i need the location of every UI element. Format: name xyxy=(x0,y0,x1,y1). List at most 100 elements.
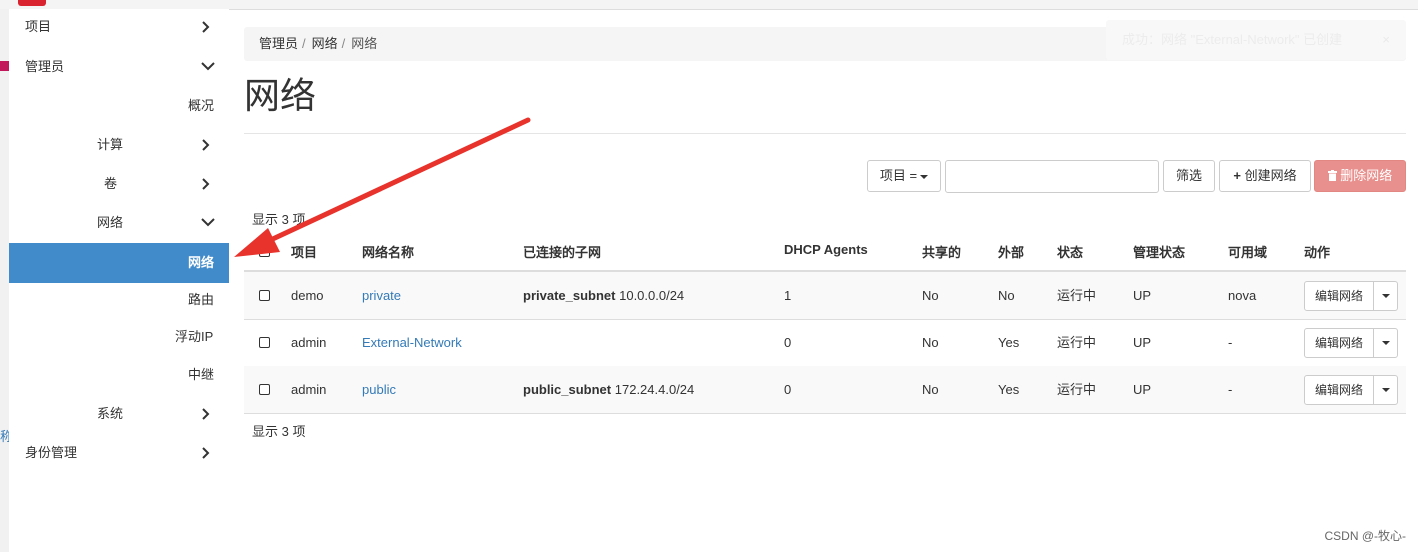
cell-dhcp-agents: 1 xyxy=(784,288,792,303)
table-row: demo private private_subnet 10.0.0.0/24 … xyxy=(244,272,1406,320)
cell-admin-state: UP xyxy=(1133,382,1152,397)
sidebar-item-label: 网络 xyxy=(188,255,215,270)
sidebar-item-label: 卷 xyxy=(104,176,118,191)
filter-button[interactable]: 筛选 xyxy=(1163,160,1215,192)
caret-down-icon xyxy=(920,174,929,179)
cell-admin-state: UP xyxy=(1133,288,1152,303)
caret-down-icon xyxy=(1381,340,1390,345)
cell-external: Yes xyxy=(998,382,1020,397)
row-checkbox[interactable] xyxy=(259,337,270,348)
caret-down-icon xyxy=(1381,387,1390,392)
column-header-availability-zone[interactable]: 可用域 xyxy=(1228,242,1267,261)
filter-input[interactable] xyxy=(945,160,1159,193)
subnet-cidr: 10.0.0.0/24 xyxy=(619,288,685,303)
row-actions: 编辑网络 xyxy=(1304,328,1398,358)
cell-shared: No xyxy=(922,382,939,397)
sidebar-item-network[interactable]: 网络 xyxy=(9,205,229,241)
sidebar-item-volumes[interactable]: 卷 xyxy=(9,166,229,202)
breadcrumb-item-current: 网络 xyxy=(351,36,378,51)
delete-network-label: 删除网络 xyxy=(1340,168,1393,183)
cell-status: 运行中 xyxy=(1057,335,1097,350)
edit-network-button[interactable]: 编辑网络 xyxy=(1304,281,1374,311)
delete-network-button[interactable]: 删除网络 xyxy=(1314,160,1406,192)
actions-dropdown-toggle[interactable] xyxy=(1373,375,1398,405)
sidebar-item-project[interactable]: 项目 xyxy=(9,9,229,45)
close-icon[interactable]: × xyxy=(1382,22,1390,58)
select-all-checkbox[interactable] xyxy=(259,246,270,257)
plus-icon: + xyxy=(1233,168,1241,183)
chevron-right-icon xyxy=(201,435,215,471)
sidebar: 项目 管理员 概况 计算 卷 网络 网络 路由 浮动IP 中继 系统 身份管理 xyxy=(9,9,229,552)
page-title: 网络 xyxy=(244,75,317,116)
column-header-admin-state[interactable]: 管理状态 xyxy=(1133,242,1185,261)
success-toast: 成功：网络 "External-Network" 已创建 × xyxy=(1106,20,1406,60)
filter-field-select[interactable]: 项目 = xyxy=(867,160,941,192)
chevron-right-icon xyxy=(201,127,215,163)
actions-dropdown-toggle[interactable] xyxy=(1373,281,1398,311)
breadcrumb-item-network[interactable]: 网络 xyxy=(312,36,338,51)
row-actions: 编辑网络 xyxy=(1304,281,1398,311)
subnet-cidr: 172.24.4.0/24 xyxy=(614,382,695,397)
column-header-subnets[interactable]: 已连接的子网 xyxy=(523,242,601,261)
cell-external: Yes xyxy=(998,335,1020,350)
breadcrumb-item-admin[interactable]: 管理员 xyxy=(259,36,298,51)
network-name-link[interactable]: public xyxy=(362,382,396,397)
sidebar-item-floating-ips[interactable]: 浮动IP xyxy=(9,319,229,355)
cell-project: admin xyxy=(291,335,327,350)
network-name-link[interactable]: External-Network xyxy=(362,335,462,350)
sidebar-item-trunks[interactable]: 中继 xyxy=(9,357,229,393)
cell-project: admin xyxy=(291,382,327,397)
filter-field-label: 项目 = xyxy=(879,168,918,183)
filter-button-label: 筛选 xyxy=(1175,168,1202,183)
network-name-link[interactable]: private xyxy=(362,288,401,303)
sidebar-item-system[interactable]: 系统 xyxy=(9,396,229,432)
watermark: CSDN @-牧心- xyxy=(1324,529,1406,543)
chevron-down-icon xyxy=(201,49,215,85)
create-network-button[interactable]: + 创建网络 xyxy=(1219,160,1311,192)
row-actions: 编辑网络 xyxy=(1304,375,1398,405)
sidebar-item-overview[interactable]: 概况 xyxy=(9,88,229,124)
cell-project: demo xyxy=(291,288,324,303)
column-header-project[interactable]: 项目 xyxy=(291,242,317,261)
cell-shared: No xyxy=(922,335,939,350)
title-divider xyxy=(244,133,1406,134)
sidebar-item-label: 浮动IP xyxy=(175,329,214,344)
column-header-external[interactable]: 外部 xyxy=(998,242,1024,261)
column-header-network-name[interactable]: 网络名称 xyxy=(362,242,414,261)
sidebar-item-compute[interactable]: 计算 xyxy=(9,127,229,163)
cell-status: 运行中 xyxy=(1057,382,1097,397)
cell-availability-zone: - xyxy=(1228,335,1233,350)
item-count: 显示 3 项 xyxy=(252,212,306,227)
cell-dhcp-agents: 0 xyxy=(784,335,792,350)
cell-availability-zone: nova xyxy=(1228,288,1257,303)
sidebar-item-label: 身份管理 xyxy=(25,445,78,460)
column-header-shared[interactable]: 共享的 xyxy=(922,242,961,261)
chevron-down-icon xyxy=(201,205,215,241)
chevron-right-icon xyxy=(201,9,215,45)
sidebar-item-networks[interactable]: 网络 xyxy=(9,243,229,283)
column-header-dhcp-agents[interactable]: DHCP Agents xyxy=(784,242,868,257)
sidebar-item-routers[interactable]: 路由 xyxy=(9,282,229,318)
subnet-name: public_subnet xyxy=(523,382,612,397)
sidebar-item-identity[interactable]: 身份管理 xyxy=(9,435,229,471)
item-count-footer: 显示 3 项 xyxy=(252,424,306,439)
sidebar-item-admin[interactable]: 管理员 xyxy=(9,49,229,85)
sidebar-item-label: 系统 xyxy=(97,406,124,421)
row-checkbox[interactable] xyxy=(259,290,270,301)
breadcrumb-separator: / xyxy=(341,36,346,51)
column-header-status[interactable]: 状态 xyxy=(1057,242,1083,261)
sidebar-item-label: 计算 xyxy=(97,137,124,152)
sidebar-item-label: 管理员 xyxy=(25,59,65,74)
edit-network-button[interactable]: 编辑网络 xyxy=(1304,328,1374,358)
cell-admin-state: UP xyxy=(1133,335,1152,350)
sidebar-item-label: 路由 xyxy=(188,292,215,307)
subnet-name: private_subnet xyxy=(523,288,616,303)
trash-icon xyxy=(1327,170,1337,181)
sidebar-item-label: 项目 xyxy=(25,19,52,34)
cell-dhcp-agents: 0 xyxy=(784,382,792,397)
edit-network-button[interactable]: 编辑网络 xyxy=(1304,375,1374,405)
caret-down-icon xyxy=(1381,293,1390,298)
row-checkbox[interactable] xyxy=(259,384,270,395)
actions-dropdown-toggle[interactable] xyxy=(1373,328,1398,358)
table-row: admin public public_subnet 172.24.4.0/24… xyxy=(244,366,1406,414)
